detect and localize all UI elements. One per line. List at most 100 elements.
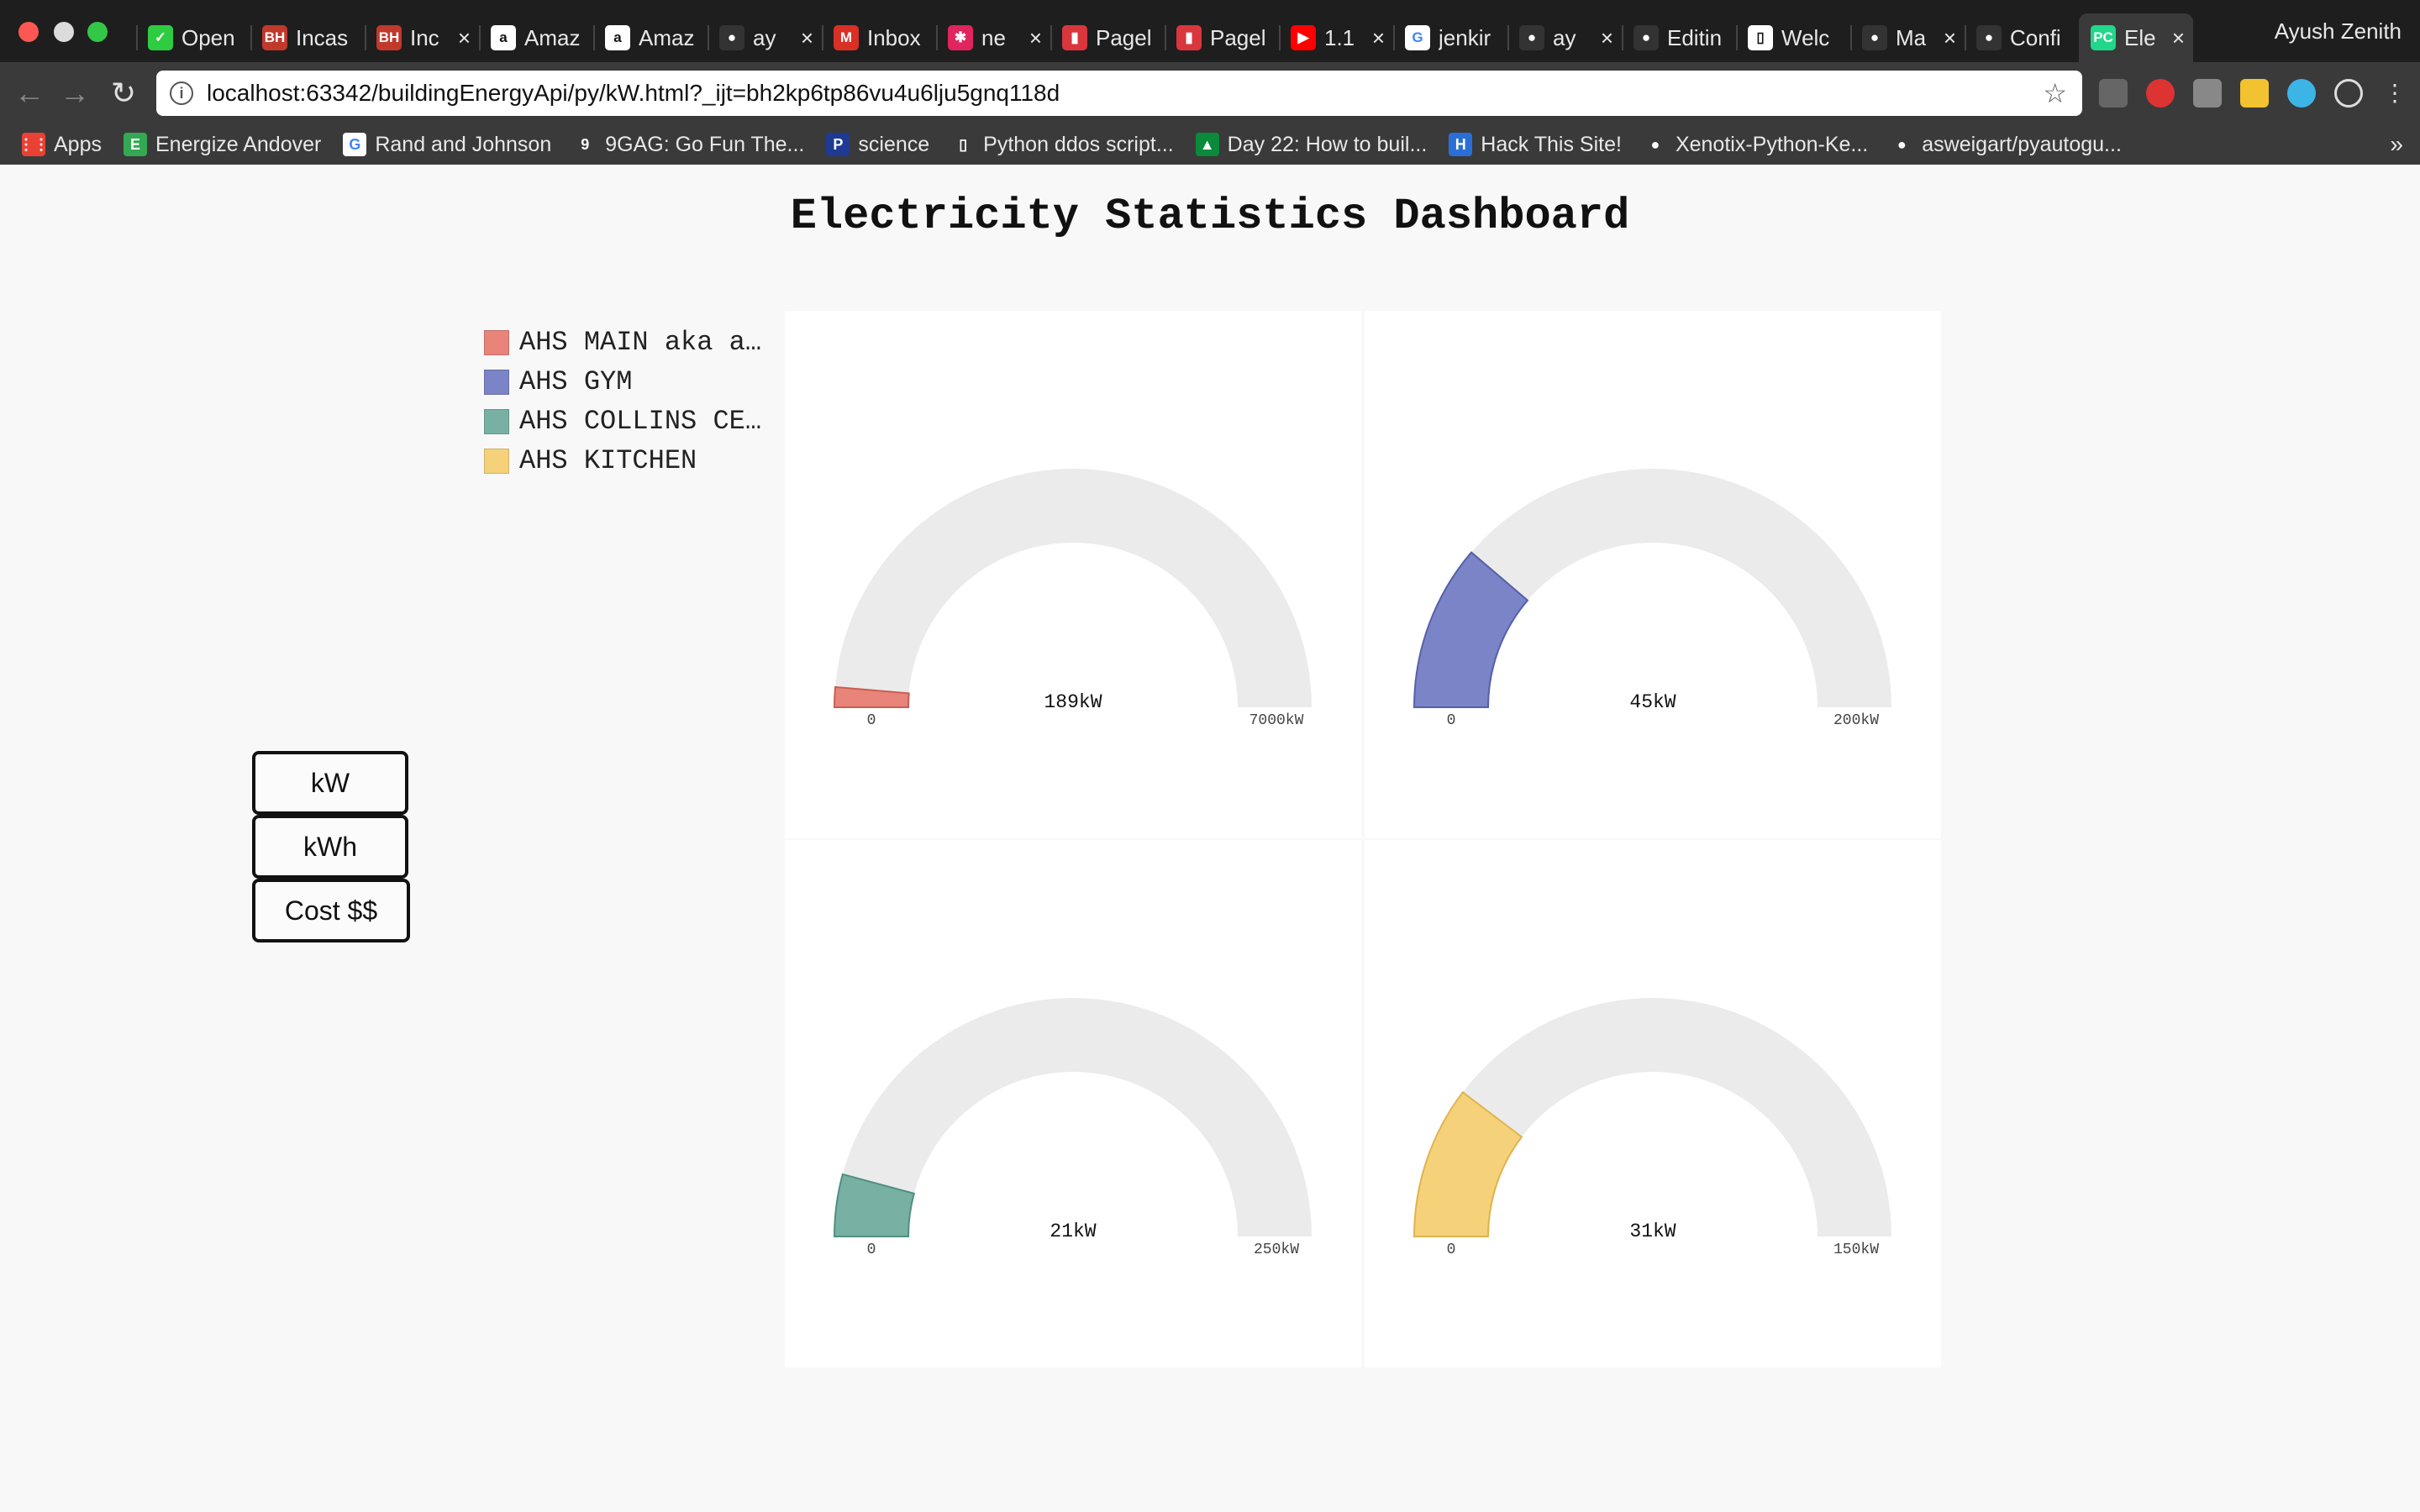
tab-title: Amaz bbox=[524, 24, 581, 50]
browser-tab[interactable]: ● Confi bbox=[1965, 13, 2079, 62]
tab-close-icon[interactable]: × bbox=[1939, 25, 1956, 51]
page-icon: ▯ bbox=[1748, 25, 1773, 50]
browser-tab[interactable]: M Inbox bbox=[822, 13, 936, 62]
gauge-panel-collins: 21kW 0 250kW bbox=[785, 840, 1361, 1368]
bookmarks-overflow-icon[interactable]: » bbox=[2390, 124, 2403, 165]
bookmark-item[interactable]: Pscience bbox=[826, 133, 929, 157]
browser-tab[interactable]: Gjenkir bbox=[1393, 13, 1507, 62]
youtube-icon: ▶ bbox=[1291, 25, 1316, 50]
bookmark-item[interactable]: ● asweigart/pyautogu... bbox=[1890, 133, 2122, 157]
bookmark-item[interactable]: H Hack This Site! bbox=[1449, 133, 1622, 157]
browser-tab[interactable]: a Amaz bbox=[593, 13, 708, 62]
gauge-track bbox=[834, 469, 1312, 707]
speed-extension-icon[interactable] bbox=[2334, 79, 2363, 108]
gauge-value-label: 45kW bbox=[1629, 691, 1676, 713]
url-text[interactable]: localhost:63342/buildingEnergyApi/py/kW.… bbox=[207, 80, 2043, 107]
pagely-icon: ▮ bbox=[1062, 25, 1087, 50]
browser-tab[interactable]: ● ay × bbox=[1507, 13, 1622, 62]
github-icon: ● bbox=[1643, 133, 1667, 156]
browser-tab[interactable]: a Amaz bbox=[479, 13, 593, 62]
bookmark-label: Day 22: How to buil... bbox=[1227, 132, 1428, 156]
tab-close-icon[interactable]: × bbox=[454, 25, 471, 51]
browser-tab[interactable]: ● ay × bbox=[708, 13, 822, 62]
amazon-icon: a bbox=[491, 25, 516, 50]
bookmark-item[interactable]: ▲ Day 22: How to buil... bbox=[1195, 132, 1428, 157]
legend-item[interactable]: AHS KITCHEN bbox=[484, 441, 763, 480]
tab-close-icon[interactable]: × bbox=[2168, 25, 2185, 51]
apps-grid-icon: ⋮⋮ bbox=[18, 133, 49, 156]
gauge-min-label: 0 bbox=[1447, 712, 1456, 729]
github-icon: ● bbox=[1634, 25, 1659, 50]
bookmark-item[interactable]: ⋮⋮ Apps bbox=[18, 133, 102, 157]
bookmark-item[interactable]: ▯ Python ddos script... bbox=[951, 133, 1174, 157]
window-minimize-button[interactable] bbox=[54, 22, 74, 42]
kw-button[interactable]: kW bbox=[252, 751, 408, 815]
browser-tab[interactable]: ▮ Pagel bbox=[1050, 13, 1165, 62]
legend-label: AHS MAIN aka a… bbox=[519, 327, 762, 358]
legend-item[interactable]: AHS COLLINS CE… bbox=[484, 402, 763, 441]
gauge-gym: 45kW 0 200kW bbox=[1413, 469, 1891, 729]
chart-legend: AHS MAIN aka a… AHS GYM AHS COLLINS CE… AHS… bbox=[484, 323, 763, 480]
github-icon: ● bbox=[1862, 25, 1887, 50]
gauge-max-label: 150kW bbox=[1833, 1242, 1879, 1258]
window-zoom-button[interactable] bbox=[87, 22, 108, 42]
tab-close-icon[interactable]: × bbox=[797, 25, 813, 51]
hts-icon: H bbox=[1449, 133, 1473, 156]
tab-close-icon[interactable]: × bbox=[1597, 25, 1613, 51]
info-icon[interactable]: i bbox=[170, 81, 193, 105]
tab-close-icon[interactable]: × bbox=[1025, 25, 1042, 51]
bookmark-item[interactable]: 9 9GAG: Go Fun The... bbox=[573, 133, 804, 157]
gauge-kitchen: 31kW 0 150kW bbox=[1413, 998, 1891, 1258]
bookmark-item[interactable]: ● Xenotix-Python-Ke... bbox=[1643, 132, 1869, 157]
gauge-max-label: 250kW bbox=[1254, 1242, 1299, 1258]
bookmark-label: science bbox=[858, 132, 930, 156]
browser-tab[interactable]: PC Ele × bbox=[2079, 13, 2193, 62]
tab-title: Inbox bbox=[867, 24, 921, 50]
browser-tab[interactable]: ✱ ne × bbox=[936, 13, 1050, 62]
browser-tab[interactable]: ▮ Pagel bbox=[1165, 13, 1279, 62]
legend-label: AHS GYM bbox=[519, 366, 633, 397]
gauge-min-label: 0 bbox=[1447, 1242, 1456, 1258]
legend-item[interactable]: AHS MAIN aka a… bbox=[484, 323, 763, 362]
chrome-menu-icon[interactable]: ⋮ bbox=[2383, 79, 2407, 108]
extension-icon[interactable] bbox=[2193, 79, 2222, 108]
browser-tab[interactable]: ● Ma × bbox=[1850, 13, 1965, 62]
bulb-extension-icon[interactable] bbox=[2099, 79, 2128, 108]
kwh-button[interactable]: kWh bbox=[252, 815, 408, 879]
google-icon: G bbox=[343, 133, 367, 156]
tab-close-icon[interactable]: × bbox=[1368, 25, 1385, 51]
bookmark-item[interactable]: E Energize Andover bbox=[123, 133, 321, 157]
back-arrow-icon[interactable]: ← bbox=[12, 76, 47, 111]
browser-tab[interactable]: ▶ 1.1 × bbox=[1279, 13, 1393, 62]
legend-swatch bbox=[484, 448, 509, 474]
forward-arrow-icon[interactable]: → bbox=[57, 76, 92, 111]
gauge-main: 189kW 0 7000kW bbox=[833, 469, 1312, 729]
browser-tab[interactable]: ● Editin bbox=[1622, 13, 1736, 62]
gauge-min-label: 0 bbox=[867, 712, 876, 729]
tab-list: ✓ Open BH Incas BH Inc × a Amaz a Amaz ● ay × M Inbox ✱ n… bbox=[136, 13, 2193, 62]
gauge-max-label: 7000kW bbox=[1249, 712, 1304, 729]
browser-tab-strip: ✓ Open BH Incas BH Inc × a Amaz a Amaz ● ay × M Inbox ✱ n… bbox=[0, 0, 2420, 62]
address-bar[interactable]: i localhost:63342/buildingEnergyApi/py/k… bbox=[156, 71, 2082, 116]
browser-tab[interactable]: ▯ Welc bbox=[1736, 13, 1850, 62]
browser-tab[interactable]: ✓ Open bbox=[136, 13, 250, 62]
profile-name[interactable]: Ayush Zenith bbox=[2275, 18, 2402, 45]
cost-button[interactable]: Cost $$ bbox=[252, 879, 410, 942]
bookmark-item[interactable]: G Rand and Johnson bbox=[343, 133, 551, 157]
sync-extension-icon[interactable] bbox=[2287, 79, 2316, 108]
legend-label: AHS COLLINS CE… bbox=[519, 406, 762, 437]
window-close-button[interactable] bbox=[18, 22, 39, 42]
page-title: Electricity Statistics Dashboard bbox=[790, 192, 1630, 241]
bookmark-label: Xenotix-Python-Ke... bbox=[1675, 132, 1869, 156]
pagely-icon: ▮ bbox=[1176, 25, 1202, 50]
bookmark-star-icon[interactable]: ☆ bbox=[2043, 77, 2067, 109]
legend-item[interactable]: AHS GYM bbox=[484, 362, 763, 402]
reload-icon[interactable]: ↻ bbox=[106, 76, 141, 111]
notes-extension-icon[interactable] bbox=[2240, 79, 2269, 108]
adblock-extension-icon[interactable] bbox=[2146, 79, 2175, 108]
browser-tab[interactable]: BH Incas bbox=[250, 13, 365, 62]
legend-swatch bbox=[484, 408, 509, 434]
gauge-panel-gym: 45kW 0 200kW bbox=[1365, 311, 1941, 838]
gauge-collins: 21kW 0 250kW bbox=[833, 998, 1312, 1258]
browser-tab[interactable]: BH Inc × bbox=[365, 13, 479, 62]
